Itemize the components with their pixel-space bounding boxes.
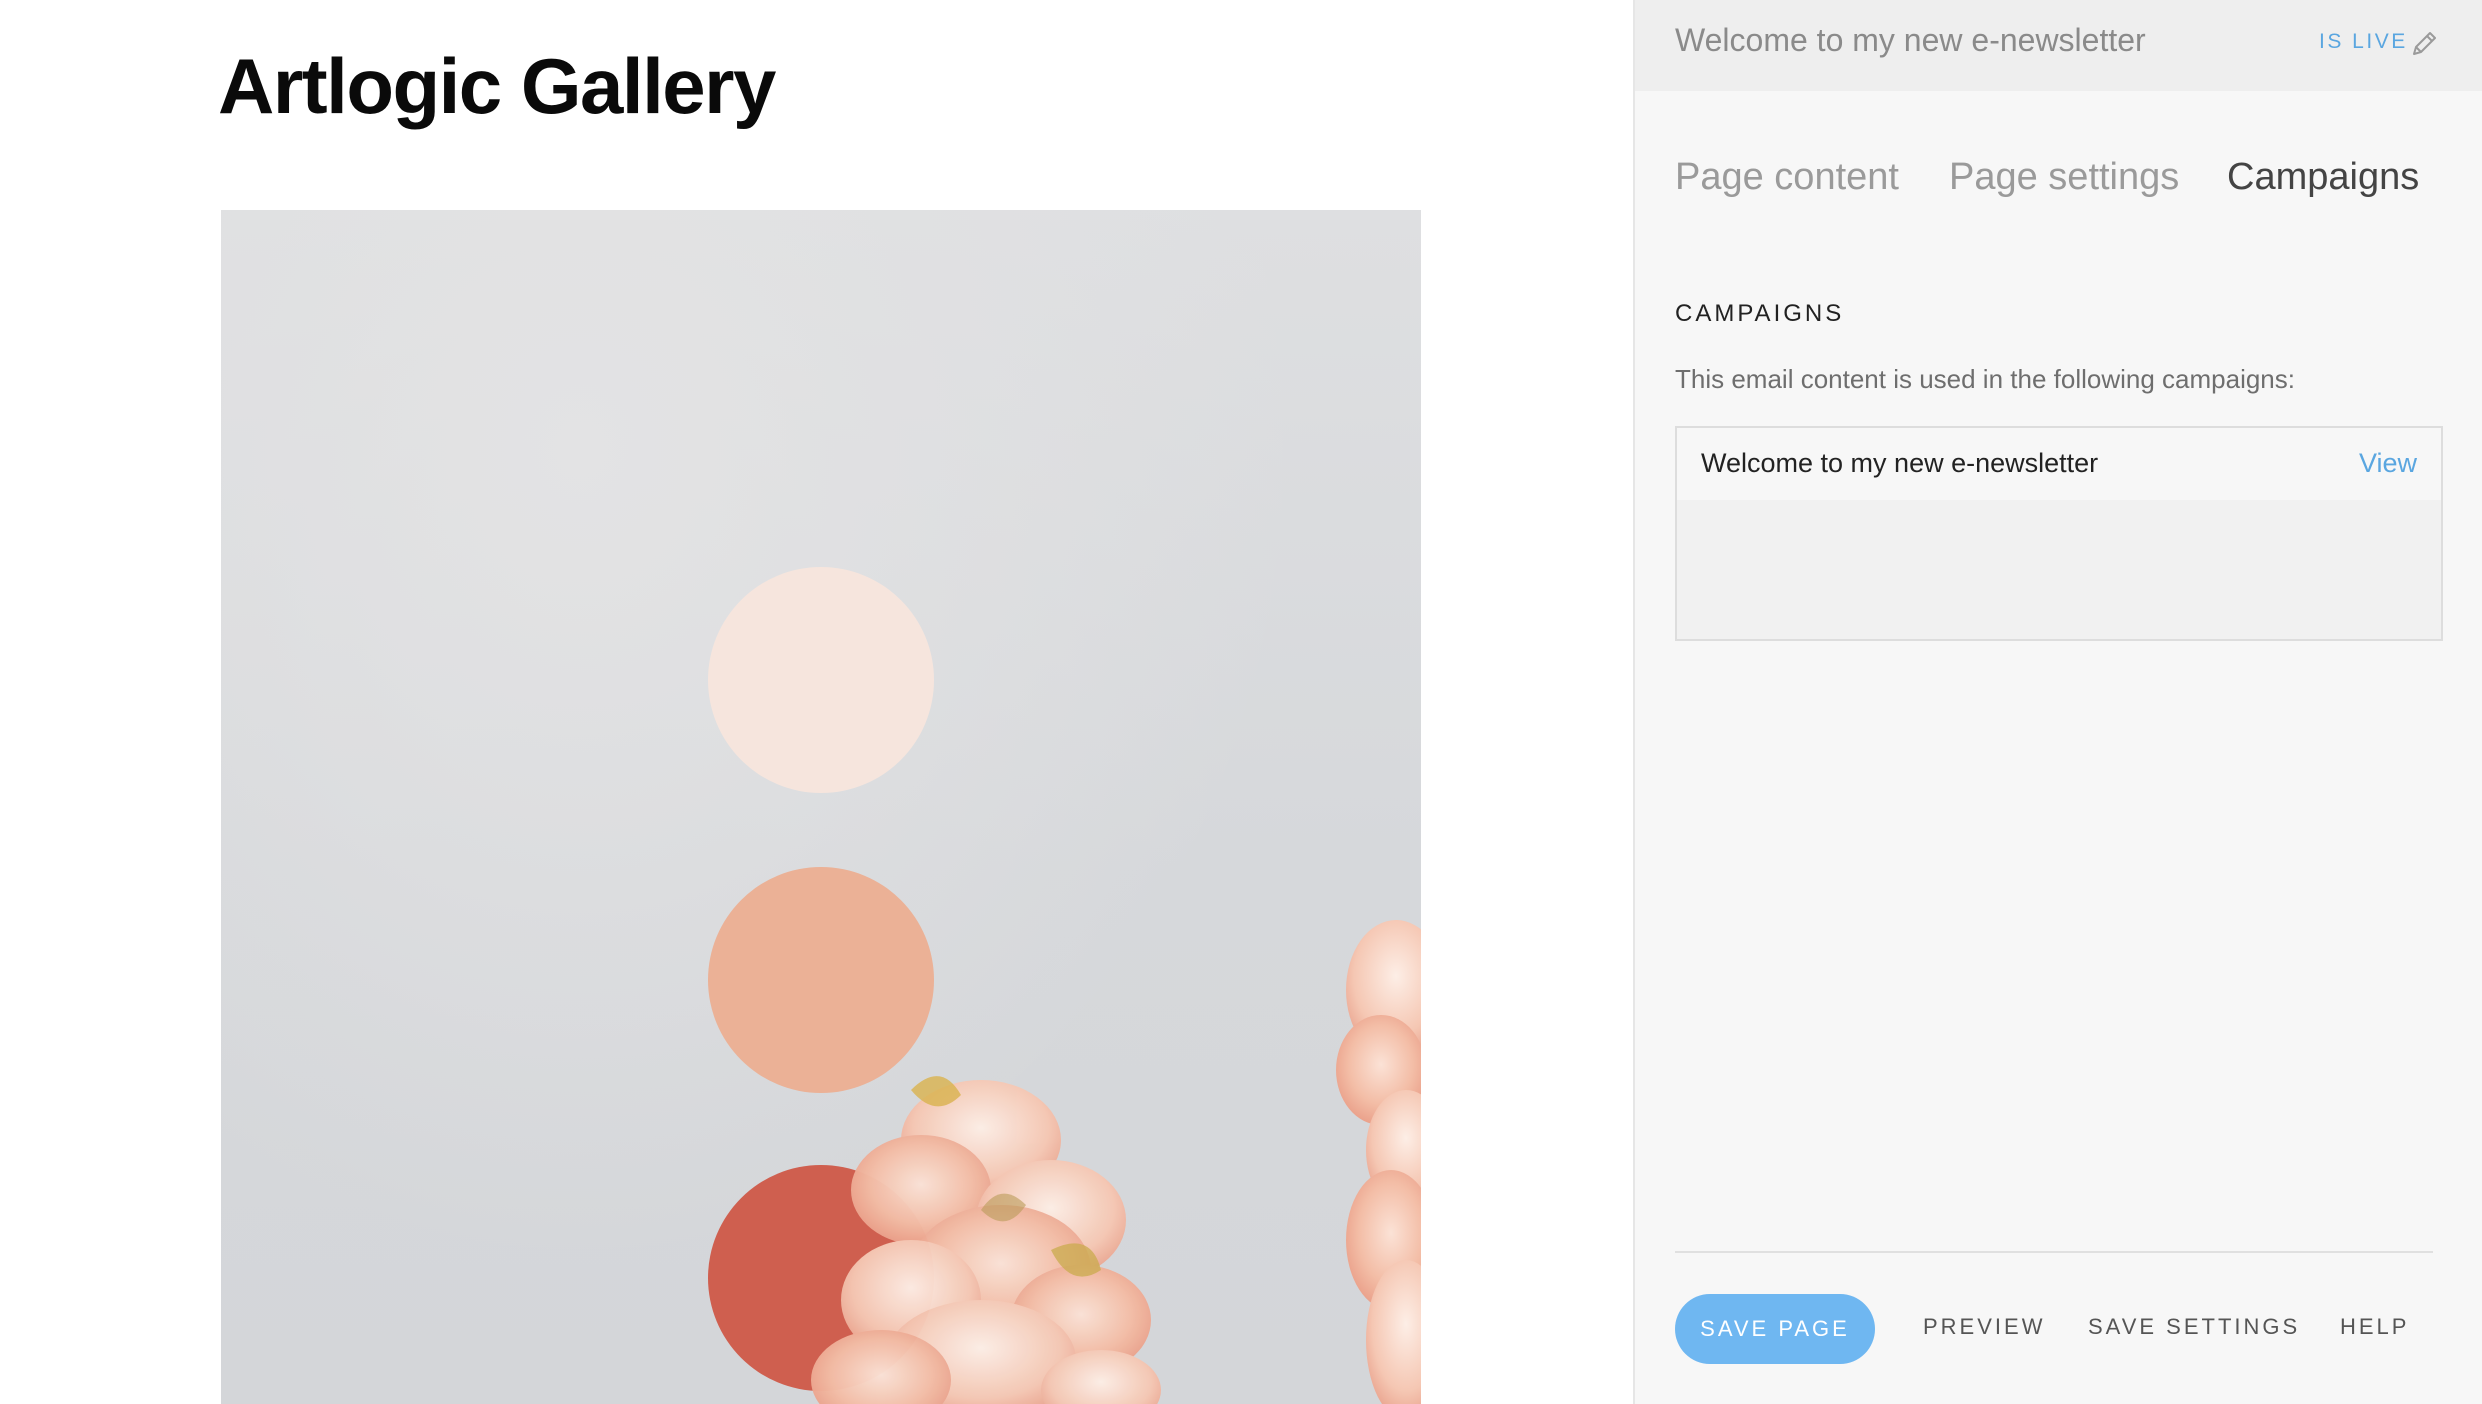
tab-page-content[interactable]: Page content [1675,156,1899,199]
help-button[interactable]: HELP [2340,1314,2409,1340]
footer-divider [1675,1251,2433,1253]
pencil-icon[interactable] [2408,26,2442,60]
panel-header: Welcome to my new e-newsletter IS LIVE [1635,0,2482,91]
circle-light [708,567,934,793]
tab-page-settings[interactable]: Page settings [1949,156,2179,199]
preview-button[interactable]: PREVIEW [1923,1314,2045,1340]
campaigns-heading: CAMPAIGNS [1675,300,1845,327]
campaigns-description: This email content is used in the follow… [1675,364,2295,394]
tab-campaigns[interactable]: Campaigns [2227,156,2419,199]
circle-peach [708,867,934,1093]
artwork-image[interactable] [221,210,1421,1404]
gallery-title: Artlogic Gallery [218,42,776,130]
campaign-name: Welcome to my new e-newsletter [1701,448,2099,478]
live-status-badge: IS LIVE [2319,30,2408,53]
campaign-list: Welcome to my new e-newsletter View [1675,426,2443,641]
view-campaign-link[interactable]: View [2359,448,2417,479]
email-preview: Artlogic Gallery [0,0,1633,1404]
save-page-button[interactable]: SAVE PAGE [1675,1294,1875,1364]
list-item: Welcome to my new e-newsletter View [1677,428,2441,500]
blossom-right-edge [1336,920,1421,1404]
editor-panel: Welcome to my new e-newsletter IS LIVE P… [1633,0,2482,1404]
artwork-illustration [708,567,1421,1404]
save-settings-button[interactable]: SAVE SETTINGS [2088,1314,2300,1340]
document-title[interactable]: Welcome to my new e-newsletter [1675,22,2146,59]
